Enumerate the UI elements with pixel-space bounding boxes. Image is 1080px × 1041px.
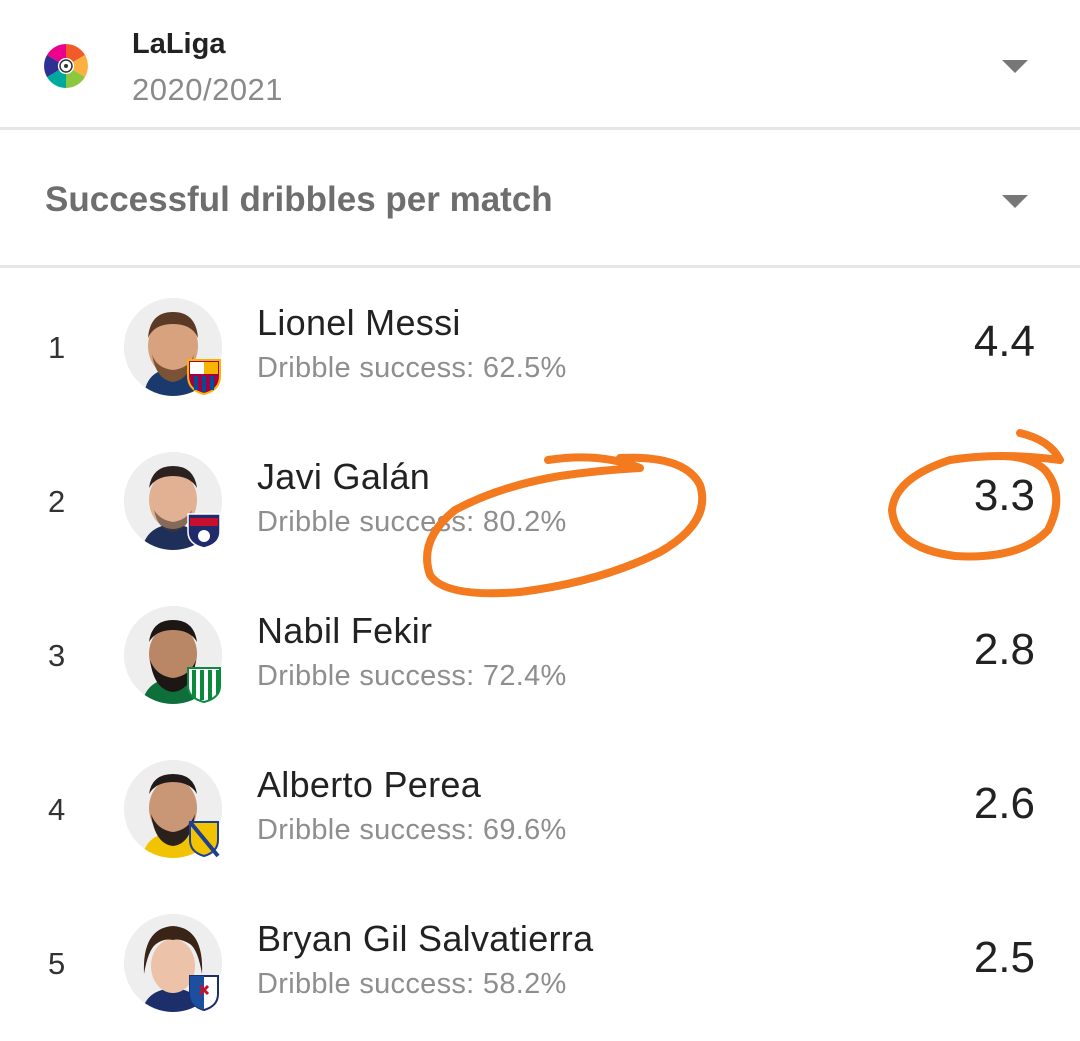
stat-title: Successful dribbles per match [45, 180, 553, 219]
chevron-down-icon[interactable] [1002, 195, 1028, 208]
chevron-down-icon[interactable] [1002, 60, 1028, 73]
player-dribble-success: Dribble success: 80.2% [257, 506, 567, 538]
player-row[interactable]: 2 Javi Galán Dribble success: 80.2% 3.3 [0, 426, 1080, 580]
player-avatar [124, 914, 222, 1012]
betis-badge-icon [186, 664, 222, 704]
player-name: Bryan Gil Salvatierra [257, 918, 594, 959]
player-dribble-success: Dribble success: 58.2% [257, 968, 567, 1000]
player-name: Alberto Perea [257, 764, 482, 805]
player-stat-value: 2.8 [973, 625, 1035, 674]
huesca-badge-icon [186, 510, 222, 550]
cadiz-badge-icon [186, 818, 222, 858]
player-rank: 5 [48, 946, 66, 981]
league-selector[interactable]: LaLiga 2020/2021 [0, 0, 1080, 130]
player-avatar [124, 606, 222, 704]
player-avatar [124, 760, 222, 858]
player-stat-value: 2.6 [973, 779, 1035, 828]
player-rank: 3 [48, 638, 66, 673]
player-name: Lionel Messi [257, 302, 461, 343]
player-dribble-success: Dribble success: 62.5% [257, 352, 567, 384]
player-row[interactable]: 4 Alberto Perea Dribble success: 69.6% 2… [0, 734, 1080, 888]
player-dribble-success: Dribble success: 72.4% [257, 660, 567, 692]
player-row[interactable]: 1 Lionel Messi Dribble success: 62.5% 4.… [0, 272, 1080, 426]
player-rank: 4 [48, 792, 66, 827]
eibar-badge-icon [186, 972, 222, 1012]
player-name: Nabil Fekir [257, 610, 433, 651]
player-dribble-success: Dribble success: 69.6% [257, 814, 567, 846]
player-row[interactable]: 3 Nabil Fekir Dribble success: 72.4% 2.8 [0, 580, 1080, 734]
player-stat-value: 3.3 [973, 471, 1035, 520]
laliga-logo-icon [42, 42, 90, 90]
player-rank: 1 [48, 330, 66, 365]
barcelona-badge-icon [186, 356, 222, 396]
player-avatar [124, 452, 222, 550]
stat-selector[interactable]: Successful dribbles per match [0, 133, 1080, 268]
league-name: LaLiga [132, 28, 226, 60]
player-stat-value: 2.5 [973, 933, 1035, 982]
player-name: Javi Galán [257, 456, 431, 497]
player-stat-value: 4.4 [973, 317, 1035, 366]
league-season: 2020/2021 [132, 72, 284, 107]
player-row[interactable]: 5 Bryan Gil Salvatierra Dribble success:… [0, 888, 1080, 1041]
player-rank: 2 [48, 484, 66, 519]
stats-page: LaLiga 2020/2021 Successful dribbles per… [0, 0, 1080, 1041]
player-avatar [124, 298, 222, 396]
